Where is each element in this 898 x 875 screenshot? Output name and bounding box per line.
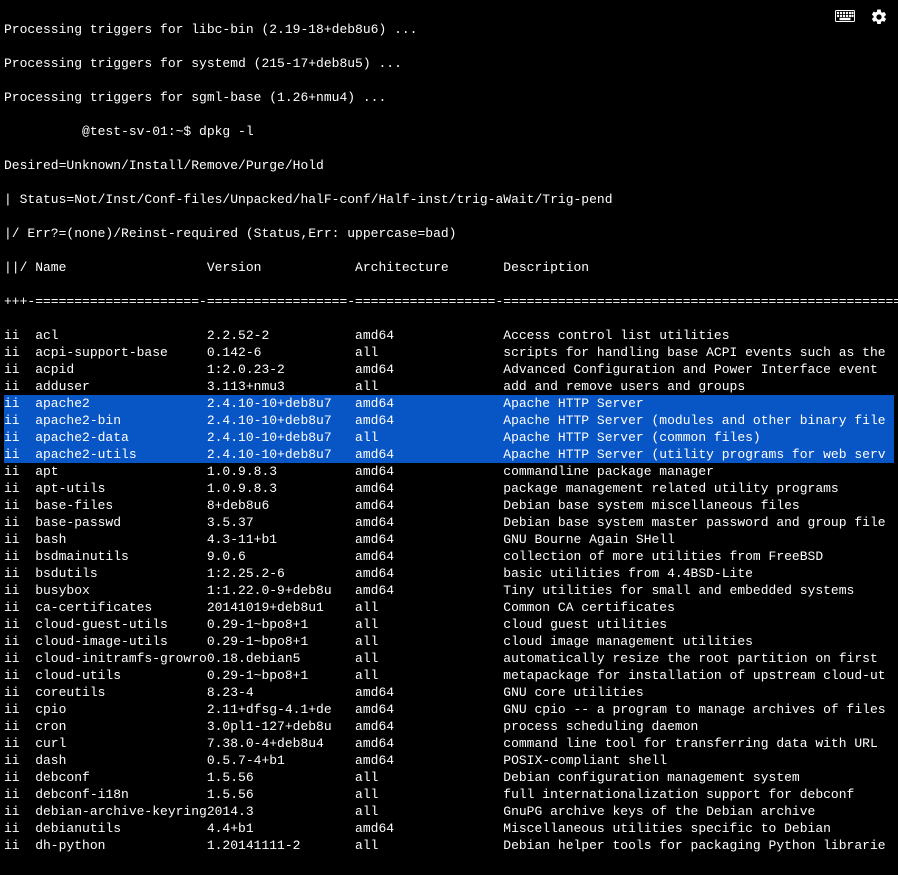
package-row: ii debconf-i18n 1.5.56 all full internat… bbox=[4, 786, 894, 803]
package-row: ii bsdutils 1:2.25.2-6 amd64 basic utili… bbox=[4, 565, 894, 582]
dpkg-header: +++-=====================-==============… bbox=[4, 293, 894, 310]
package-row: ii acl 2.2.52-2 amd64 Access control lis… bbox=[4, 327, 894, 344]
package-row: ii debianutils 4.4+b1 amd64 Miscellaneou… bbox=[4, 820, 894, 837]
package-row: ii apache2-data 2.4.10-10+deb8u7 all Apa… bbox=[4, 429, 894, 446]
package-row: ii adduser 3.113+nmu3 all add and remove… bbox=[4, 378, 894, 395]
package-row: ii cloud-utils 0.29-1~bpo8+1 all metapac… bbox=[4, 667, 894, 684]
log-line: Processing triggers for sgml-base (1.26+… bbox=[4, 89, 894, 106]
package-row: ii acpid 1:2.0.23-2 amd64 Advanced Confi… bbox=[4, 361, 894, 378]
dpkg-header: ||/ Name Version Architecture Descriptio… bbox=[4, 259, 894, 276]
dpkg-header: | Status=Not/Inst/Conf-files/Unpacked/ha… bbox=[4, 191, 894, 208]
package-row: ii cloud-initramfs-growro0.18.debian5 al… bbox=[4, 650, 894, 667]
package-row: ii dash 0.5.7-4+b1 amd64 POSIX-compliant… bbox=[4, 752, 894, 769]
package-row: ii base-files 8+deb8u6 amd64 Debian base… bbox=[4, 497, 894, 514]
package-row: ii apt-utils 1.0.9.8.3 amd64 package man… bbox=[4, 480, 894, 497]
package-row: ii debian-archive-keyring2014.3 all GnuP… bbox=[4, 803, 894, 820]
shell-prompt: @test-sv-01:~$ dpkg -l bbox=[4, 123, 894, 140]
package-row: ii busybox 1:1.22.0-9+deb8u amd64 Tiny u… bbox=[4, 582, 894, 599]
package-row: ii cloud-image-utils 0.29-1~bpo8+1 all c… bbox=[4, 633, 894, 650]
gear-icon[interactable] bbox=[868, 6, 890, 28]
package-row: ii cpio 2.11+dfsg-4.1+de amd64 GNU cpio … bbox=[4, 701, 894, 718]
log-line: Processing triggers for systemd (215-17+… bbox=[4, 55, 894, 72]
package-row: ii apache2 2.4.10-10+deb8u7 amd64 Apache… bbox=[4, 395, 894, 412]
dpkg-header: |/ Err?=(none)/Reinst-required (Status,E… bbox=[4, 225, 894, 242]
package-row: ii apt 1.0.9.8.3 amd64 commandline packa… bbox=[4, 463, 894, 480]
package-row: ii coreutils 8.23-4 amd64 GNU core utili… bbox=[4, 684, 894, 701]
log-line: Processing triggers for libc-bin (2.19-1… bbox=[4, 21, 894, 38]
package-row: ii debconf 1.5.56 all Debian configurati… bbox=[4, 769, 894, 786]
package-row: ii cloud-guest-utils 0.29-1~bpo8+1 all c… bbox=[4, 616, 894, 633]
package-row: ii bsdmainutils 9.0.6 amd64 collection o… bbox=[4, 548, 894, 565]
dpkg-header: Desired=Unknown/Install/Remove/Purge/Hol… bbox=[4, 157, 894, 174]
package-row: ii base-passwd 3.5.37 amd64 Debian base … bbox=[4, 514, 894, 531]
package-row: ii ca-certificates 20141019+deb8u1 all C… bbox=[4, 599, 894, 616]
package-row: ii dh-python 1.20141111-2 all Debian hel… bbox=[4, 837, 894, 854]
toolbar bbox=[834, 6, 890, 28]
package-row: ii apache2-bin 2.4.10-10+deb8u7 amd64 Ap… bbox=[4, 412, 894, 429]
package-row: ii bash 4.3-11+b1 amd64 GNU Bourne Again… bbox=[4, 531, 894, 548]
package-row: ii apache2-utils 2.4.10-10+deb8u7 amd64 … bbox=[4, 446, 894, 463]
terminal-output[interactable]: Processing triggers for libc-bin (2.19-1… bbox=[0, 0, 898, 875]
package-row: ii cron 3.0pl1-127+deb8u amd64 process s… bbox=[4, 718, 894, 735]
package-row: ii curl 7.38.0-4+deb8u4 amd64 command li… bbox=[4, 735, 894, 752]
package-row: ii acpi-support-base 0.142-6 all scripts… bbox=[4, 344, 894, 361]
keyboard-icon[interactable] bbox=[834, 6, 856, 28]
